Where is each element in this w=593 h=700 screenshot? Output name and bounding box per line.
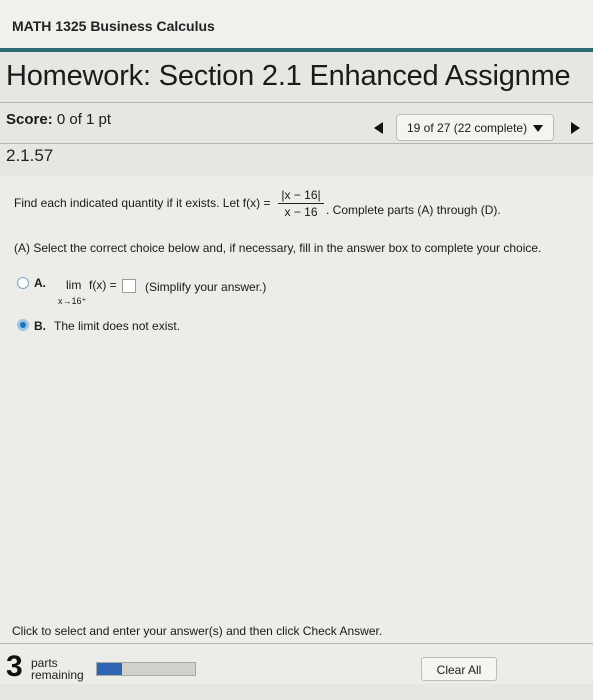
score-value: 0 of 1 pt: [56, 111, 112, 128]
submit-instruction: Click to select and enter your answer(s)…: [12, 624, 383, 638]
fraction-denominator: x − 16: [284, 205, 318, 219]
course-title: MATH 1325 Business Calculus: [12, 18, 215, 34]
score: Score: 0 of 1 pt: [6, 111, 111, 128]
problem-statement-end: . Complete parts (A) through (D).: [326, 203, 501, 217]
course-header: MATH 1325 Business Calculus: [0, 0, 593, 52]
parts-remaining-label: parts remaining: [31, 657, 84, 681]
fraction-numerator: |x − 16|: [278, 188, 324, 204]
part-a-instruction: (A) Select the correct choice below and,…: [14, 241, 542, 255]
score-label: Score:: [6, 111, 53, 128]
option-b-letter: B.: [34, 319, 46, 333]
limit-subscript: x→16⁺: [58, 296, 87, 306]
next-question-arrow-icon[interactable]: [571, 122, 580, 134]
limit-operator: lim: [66, 278, 82, 292]
previous-question-arrow-icon[interactable]: [374, 122, 383, 134]
caret-down-icon: [533, 125, 544, 133]
problem-statement: Find each indicated quantity if it exist…: [14, 196, 271, 210]
simplify-hint: (Simplify your answer.): [145, 280, 267, 294]
limit-expression: f(x) =: [89, 278, 117, 292]
divider: [0, 143, 593, 144]
question-selector-dropdown[interactable]: 19 of 27 (22 complete): [396, 114, 554, 141]
option-b-radio-selected[interactable]: [17, 319, 29, 331]
divider: [0, 643, 593, 644]
parts-progress-bar: [96, 662, 196, 676]
clear-all-button[interactable]: Clear All: [421, 657, 497, 681]
option-a-radio[interactable]: [17, 277, 29, 289]
question-position-text: 19 of 27 (22 complete): [407, 121, 528, 135]
progress-fill: [97, 663, 122, 675]
answer-input-box[interactable]: [122, 279, 136, 293]
divider: [0, 102, 593, 103]
remaining-word: remaining: [31, 668, 84, 682]
homework-title: Homework: Section 2.1 Enhanced Assignme: [6, 60, 571, 92]
parts-remaining-count: 3: [6, 650, 23, 683]
question-number: 2.1.57: [6, 146, 54, 165]
function-fraction: |x − 16| x − 16: [278, 188, 324, 219]
option-a-letter: A.: [34, 276, 46, 290]
option-b-text: The limit does not exist.: [54, 319, 181, 333]
